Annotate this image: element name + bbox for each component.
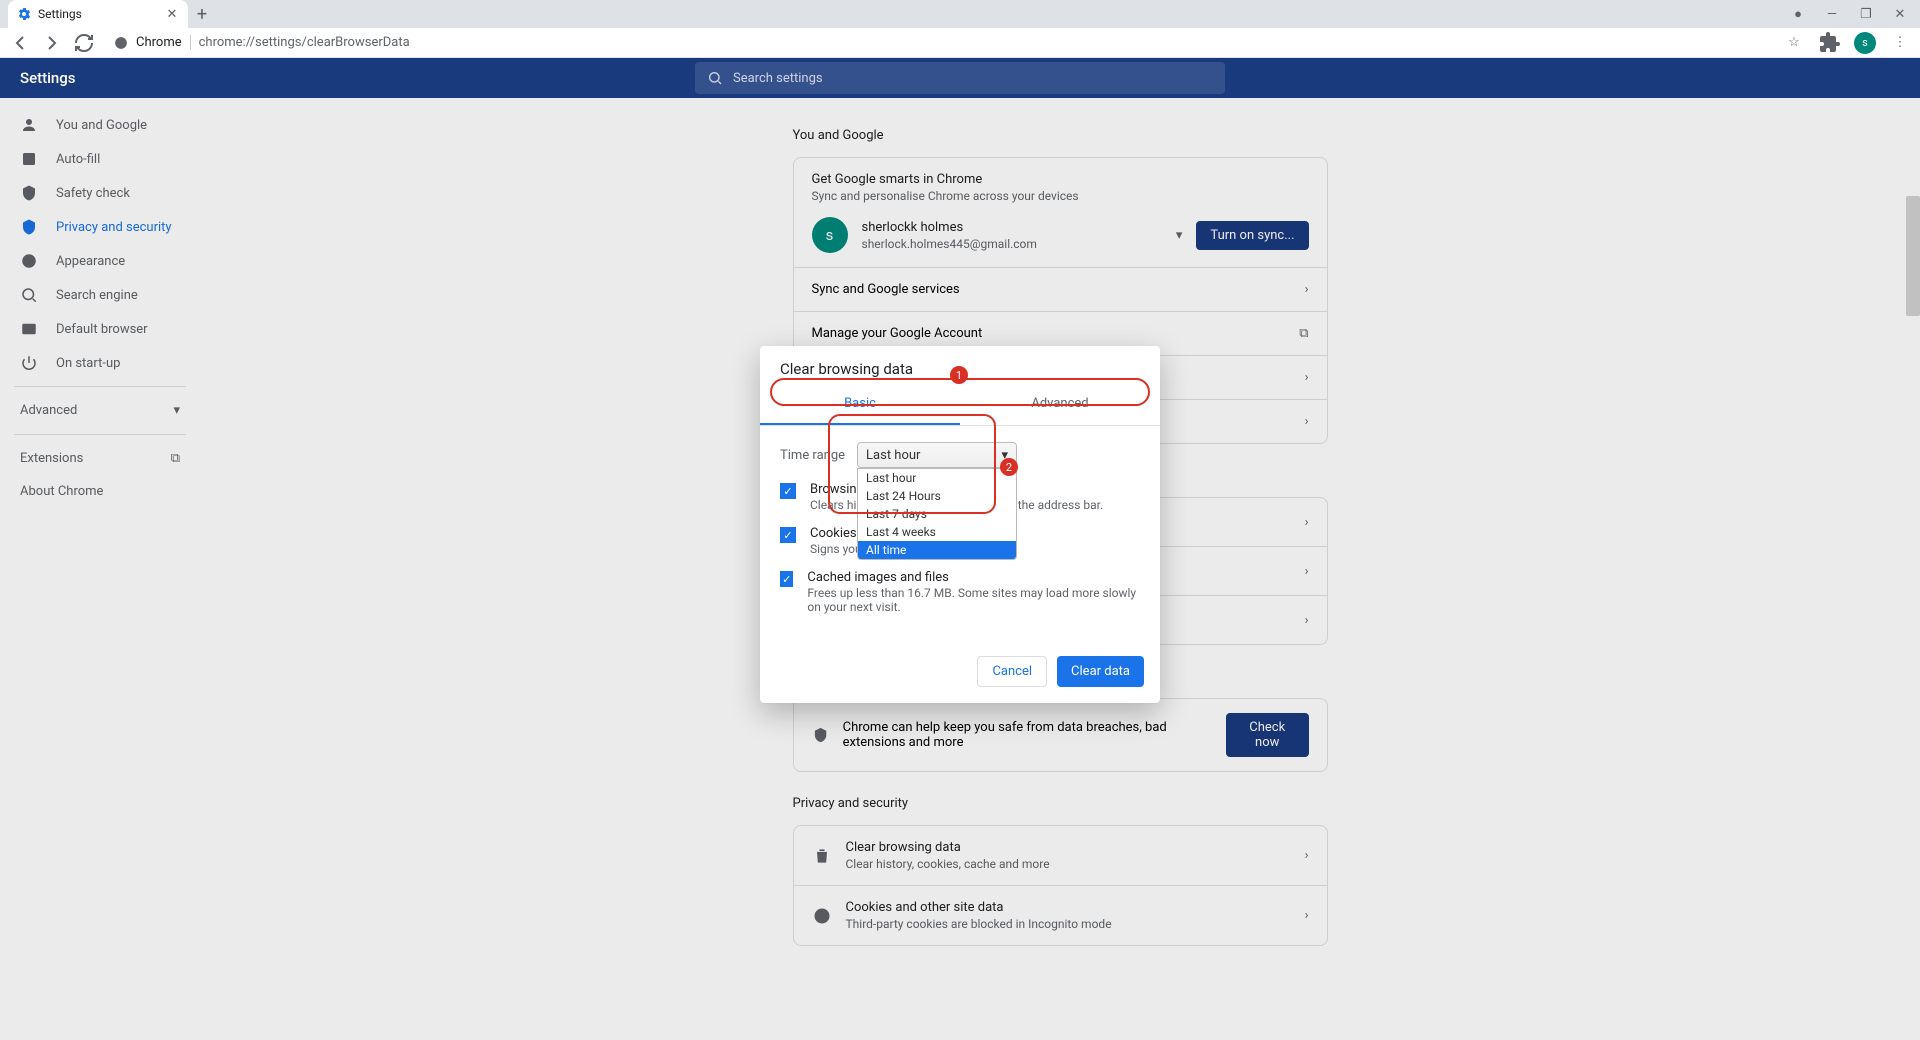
menu-icon[interactable]: ⋮ — [1888, 31, 1912, 55]
settings-header: Settings Search settings — [0, 58, 1920, 98]
option-last-24-hours[interactable]: Last 24 Hours — [858, 487, 1016, 505]
option-all-time[interactable]: All time — [858, 541, 1016, 559]
site-info-icon[interactable] — [114, 36, 128, 50]
minimize-icon[interactable]: — — [1822, 4, 1842, 24]
checkbox-cached: ✓ Cached images and filesFrees up less t… — [780, 570, 1140, 614]
tab-basic[interactable]: Basic — [760, 384, 960, 425]
checkbox[interactable]: ✓ — [780, 527, 796, 543]
option-last-7-days[interactable]: Last 7 days — [858, 505, 1016, 523]
checkbox-label: Cached images and files — [807, 570, 1140, 585]
maximize-icon[interactable]: ❐ — [1856, 4, 1876, 24]
omnibox[interactable]: Chrome chrome://settings/clearBrowserDat… — [104, 30, 1774, 56]
omnibox-url: chrome://settings/clearBrowserData — [199, 35, 410, 50]
clear-data-button[interactable]: Clear data — [1057, 656, 1144, 687]
checkbox-sublabel: Frees up less than 16.7 MB. Some sites m… — [807, 586, 1140, 614]
option-last-4-weeks[interactable]: Last 4 weeks — [858, 523, 1016, 541]
settings-app: Settings Search settings You and Google … — [0, 58, 1920, 1040]
account-dot-icon[interactable]: ● — [1788, 4, 1808, 24]
search-icon — [707, 70, 723, 86]
time-range-label: Time range — [780, 448, 845, 463]
reload-icon[interactable] — [72, 31, 96, 55]
dialog-tabs: Basic Advanced — [760, 384, 1160, 426]
extensions-icon[interactable] — [1818, 31, 1842, 55]
dialog-title: Clear browsing data — [760, 346, 1160, 384]
browser-tab[interactable]: Settings ✕ — [8, 0, 188, 28]
chevron-down-icon: ▾ — [1002, 448, 1009, 463]
window-controls: ● — ❐ ✕ — [1778, 0, 1920, 28]
tab-advanced[interactable]: Advanced — [960, 384, 1160, 425]
close-icon[interactable]: ✕ — [164, 6, 180, 22]
checkbox[interactable]: ✓ — [780, 483, 796, 499]
forward-icon[interactable] — [40, 31, 64, 55]
tab-title: Settings — [38, 7, 158, 21]
settings-gear-icon — [16, 6, 32, 22]
checkbox[interactable]: ✓ — [780, 571, 793, 587]
time-range-select[interactable]: Last hour ▾ Last hour Last 24 Hours Last… — [857, 442, 1017, 468]
cancel-button[interactable]: Cancel — [977, 656, 1047, 687]
browser-titlebar: Settings ✕ + ● — ❐ ✕ — [0, 0, 1920, 28]
scrollbar-thumb[interactable] — [1906, 196, 1920, 316]
new-tab-button[interactable]: + — [188, 0, 216, 28]
profile-avatar[interactable]: s — [1854, 32, 1876, 54]
clear-browsing-data-dialog: Clear browsing data Basic Advanced Time … — [760, 346, 1160, 703]
star-icon[interactable]: ☆ — [1782, 31, 1806, 55]
search-settings-input[interactable]: Search settings — [695, 62, 1225, 94]
time-range-dropdown: Last hour Last 24 Hours Last 7 days Last… — [857, 468, 1017, 560]
search-placeholder: Search settings — [733, 71, 823, 86]
back-icon[interactable] — [8, 31, 32, 55]
window-close-icon[interactable]: ✕ — [1890, 4, 1910, 24]
select-value: Last hour — [866, 448, 920, 463]
page-title: Settings — [20, 69, 76, 87]
option-last-hour[interactable]: Last hour — [858, 469, 1016, 487]
omnibox-origin: Chrome — [136, 35, 191, 50]
browser-toolbar: Chrome chrome://settings/clearBrowserDat… — [0, 28, 1920, 58]
